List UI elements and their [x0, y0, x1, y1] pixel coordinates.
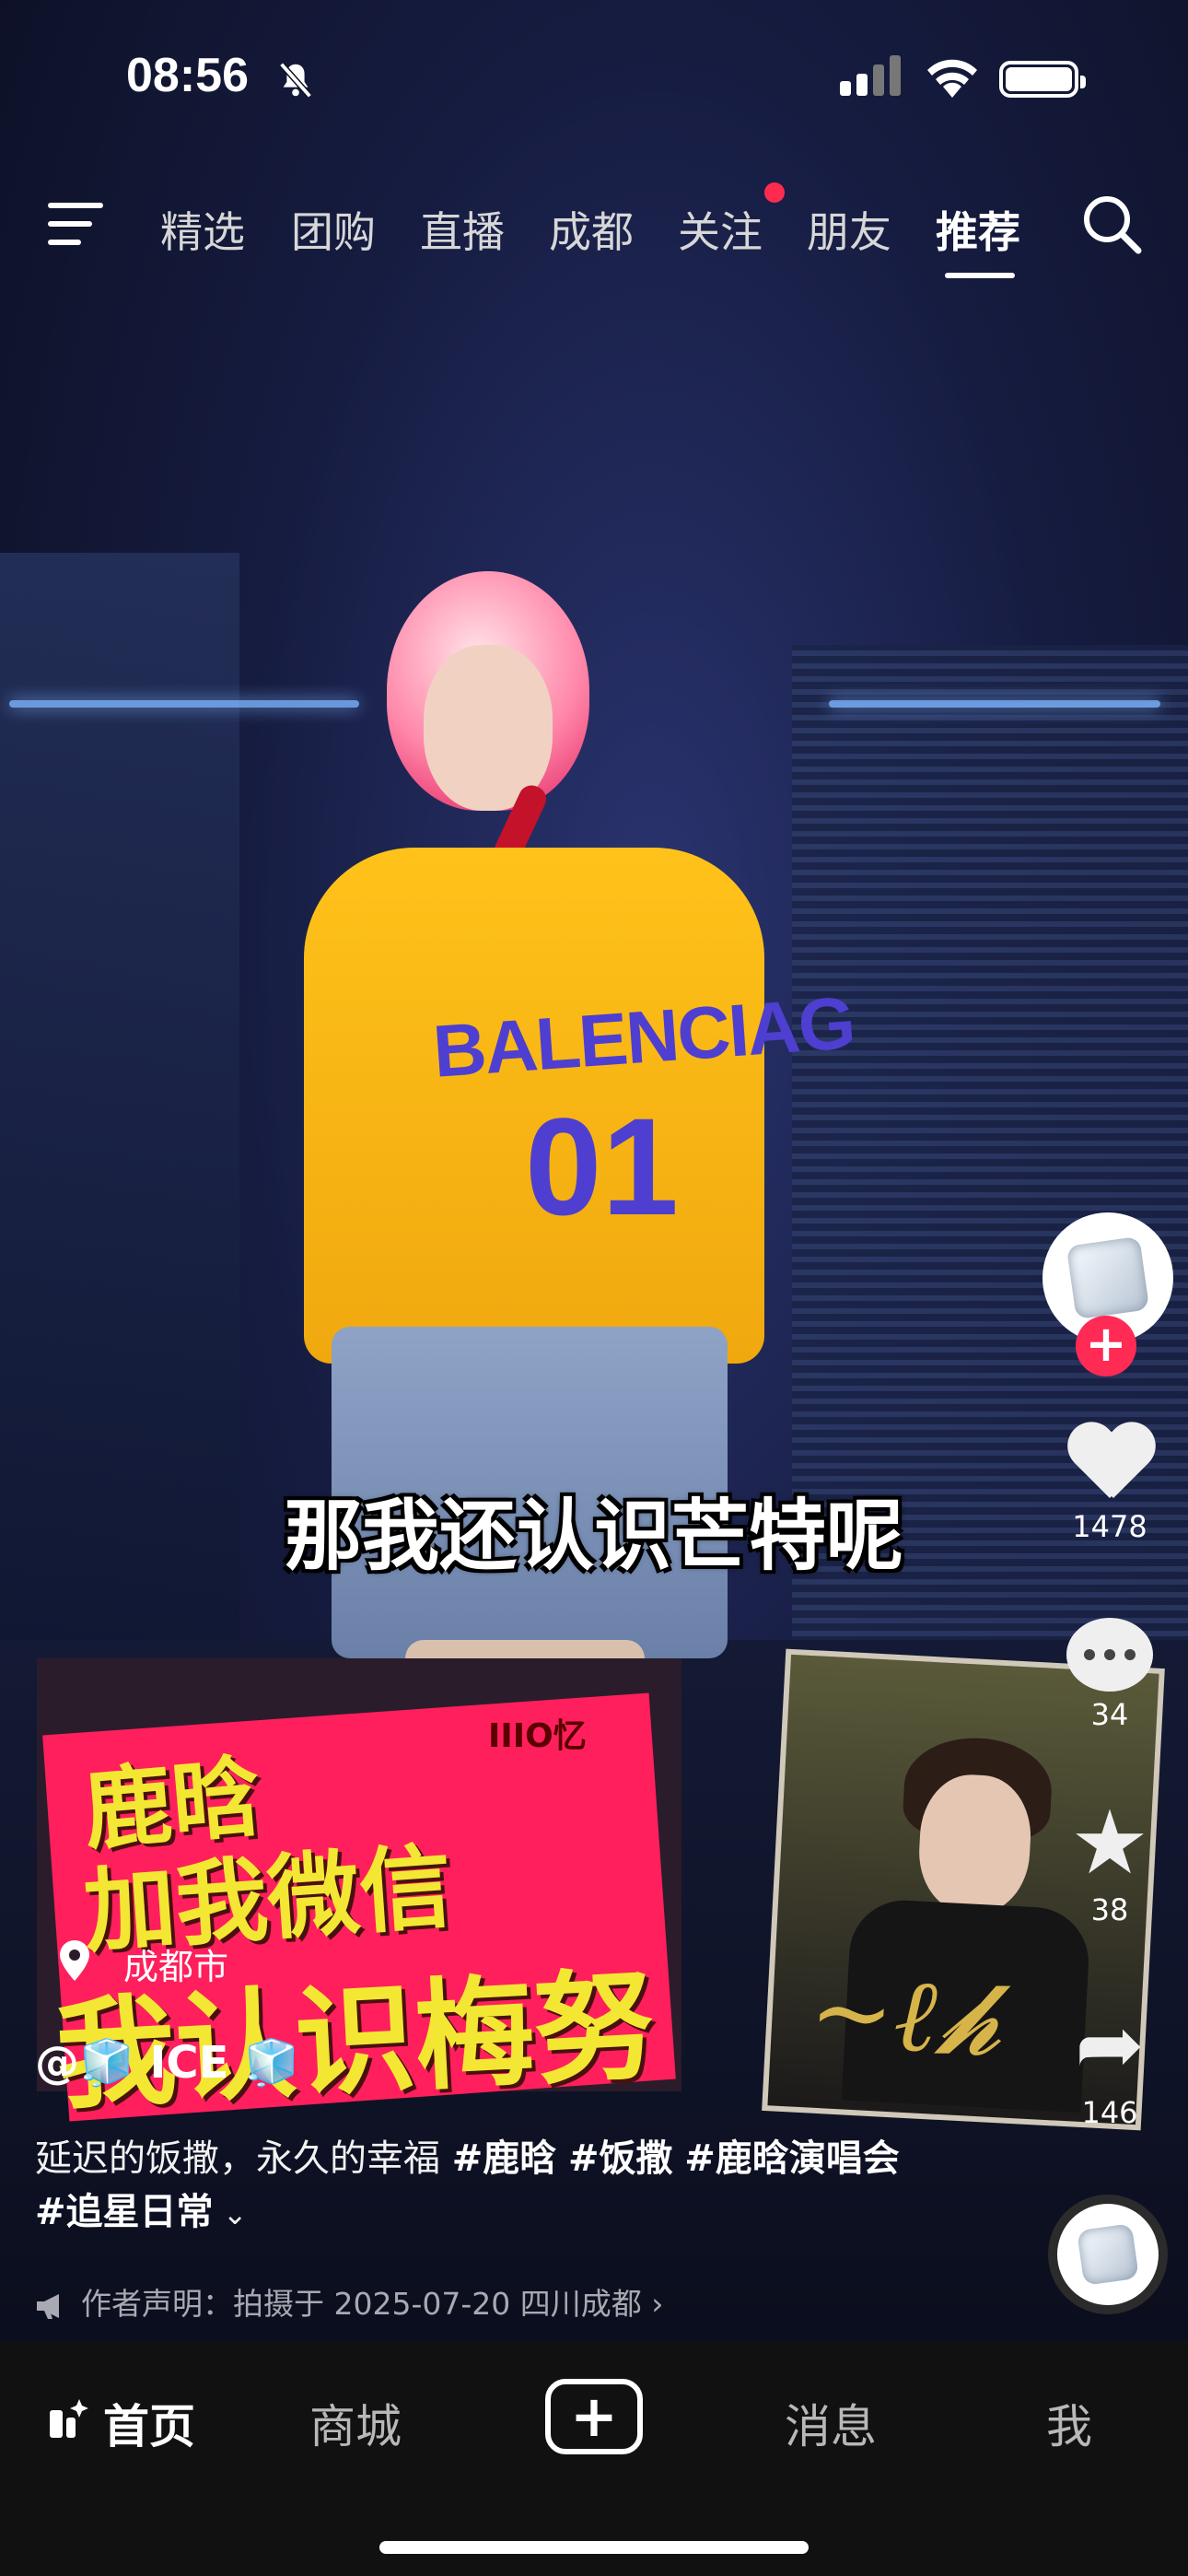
menu-icon[interactable] [48, 203, 103, 249]
statement-text: 作者声明：拍摄于 2025-07-20 四川成都 [81, 2286, 642, 2322]
share-button[interactable]: ➦ 146 [1059, 1996, 1160, 2131]
ice-cube-disc-icon [1077, 2223, 1139, 2286]
megaphone-icon [37, 2293, 59, 2319]
tab-friends[interactable]: 朋友 [807, 199, 891, 260]
tab-live[interactable]: 直播 [420, 199, 505, 260]
expand-chevron-icon[interactable]: ⌄ [214, 2196, 248, 2231]
cellular-signal-icon [840, 55, 901, 96]
comment-icon [1066, 1618, 1153, 1692]
tab-group-buy[interactable]: 团购 [291, 199, 376, 260]
video-player[interactable]: BALENCIAG 01 IIIO忆 鹿晗 加我微信 我认识梅努 ~ℓ𝓱 那我还… [0, 0, 1188, 2340]
tab-city[interactable]: 成都 [549, 199, 634, 260]
sign-tag: IIIO忆 [488, 1717, 587, 1755]
search-icon[interactable] [1079, 192, 1144, 256]
location-pin-icon [60, 1940, 89, 1981]
tab-following[interactable]: 关注 [678, 199, 763, 260]
share-count: 146 [1081, 2095, 1138, 2130]
battery-icon [999, 61, 1086, 98]
performer-shirt [304, 848, 764, 1364]
wifi-icon [927, 59, 977, 98]
music-disc[interactable] [1048, 2195, 1168, 2314]
ice-cube-avatar-icon [1066, 1235, 1150, 1320]
tab-featured[interactable]: 精选 [160, 199, 245, 260]
hashtag[interactable]: #追星日常 [35, 2191, 214, 2233]
hashtag[interactable]: #鹿晗 [452, 2137, 557, 2180]
follow-button[interactable]: + [1076, 1316, 1136, 1376]
comment-button[interactable]: 34 [1059, 1618, 1160, 1732]
author-name[interactable]: @🧊 ICE 🧊 [35, 2036, 299, 2089]
home-tab-icon [50, 2399, 88, 2438]
star-icon: ★ [1069, 1791, 1150, 1894]
comment-count: 34 [1090, 1697, 1129, 1732]
notification-dot [764, 182, 785, 203]
favorite-count: 38 [1090, 1892, 1129, 1927]
heart-icon [1066, 1424, 1154, 1504]
nav-home[interactable]: 首页 [103, 2390, 195, 2456]
top-nav: 精选 团购 直播 成都 关注 朋友 推荐 [0, 184, 1188, 278]
tab-recommended[interactable]: 推荐 [936, 199, 1020, 260]
stage-light [829, 700, 1160, 708]
home-indicator [379, 2541, 809, 2554]
plus-icon: + [570, 2383, 618, 2450]
photo-face [915, 1772, 1034, 1916]
nav-messages[interactable]: 消息 [785, 2390, 877, 2456]
nav-me[interactable]: 我 [1046, 2390, 1092, 2456]
autograph: ~ℓ𝓱 [806, 1950, 1006, 2079]
hashtag[interactable]: #饭撒 [568, 2137, 673, 2180]
like-count: 1478 [1072, 1509, 1147, 1544]
hashtag[interactable]: #鹿晗演唱会 [684, 2137, 900, 2180]
status-bar: 08:56 [0, 0, 1188, 147]
active-tab-indicator [945, 273, 1015, 278]
bottom-nav: 首页 商城 + 消息 我 [0, 2342, 1188, 2576]
video-description: 延迟的饭撒，永久的幸福 #鹿晗 #饭撒 #鹿晗演唱会 #追星日常 ⌄ [35, 2132, 910, 2241]
create-post-button[interactable]: + [545, 2379, 643, 2454]
share-arrow-icon: ➦ [1075, 1996, 1145, 2093]
location-tag[interactable]: 成都市 [123, 1938, 228, 1989]
silent-bell-icon [279, 62, 312, 99]
video-subtitle: 那我还认识芒特呢 [284, 1491, 903, 1581]
status-time: 08:56 [126, 49, 249, 102]
like-button[interactable]: 1478 [1059, 1424, 1160, 1544]
description-text: 延迟的饭撒，永久的幸福 [35, 2137, 452, 2180]
favorite-button[interactable]: ★ 38 [1059, 1798, 1160, 1927]
author-statement[interactable]: 作者声明：拍摄于 2025-07-20 四川成都 › [35, 2279, 663, 2324]
nav-mall[interactable]: 商城 [309, 2390, 402, 2456]
